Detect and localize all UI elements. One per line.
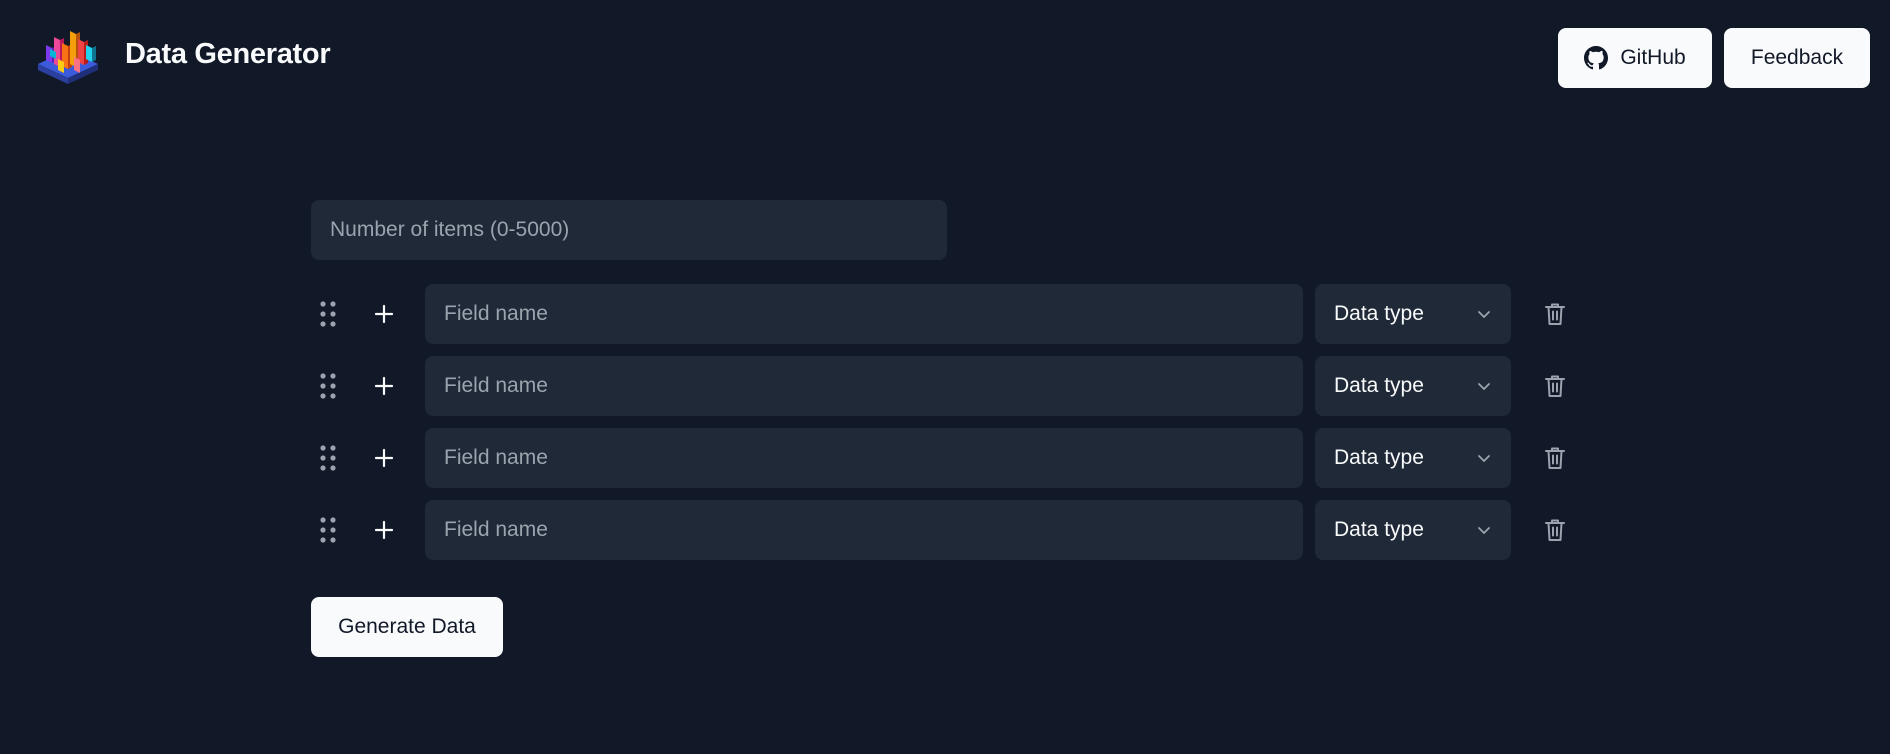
generate-data-label: Generate Data xyxy=(338,615,476,638)
drag-handle-icon[interactable] xyxy=(313,372,343,400)
github-label: GitHub xyxy=(1620,46,1686,69)
app-header: Data Generator GitHub Feedback xyxy=(0,0,1890,116)
logo-icon xyxy=(38,31,98,84)
data-type-select[interactable]: Data type xyxy=(1315,500,1511,560)
field-name-input[interactable] xyxy=(425,428,1303,488)
field-row: Data type xyxy=(311,356,1581,416)
trash-icon xyxy=(1545,447,1565,469)
github-button[interactable]: GitHub xyxy=(1558,28,1712,88)
chevron-down-icon xyxy=(1478,383,1490,390)
delete-field-button[interactable] xyxy=(1539,442,1571,474)
data-type-select[interactable]: Data type xyxy=(1315,284,1511,344)
field-name-input[interactable] xyxy=(425,284,1303,344)
feedback-label: Feedback xyxy=(1750,46,1844,69)
github-icon xyxy=(1584,46,1609,70)
data-type-label: Data type xyxy=(1334,374,1424,397)
add-field-button[interactable] xyxy=(367,297,401,331)
delete-field-button[interactable] xyxy=(1539,514,1571,546)
drag-handle-icon[interactable] xyxy=(313,444,343,472)
chevron-down-icon xyxy=(1478,527,1490,534)
trash-icon xyxy=(1545,303,1565,325)
delete-field-button[interactable] xyxy=(1539,298,1571,330)
data-type-label: Data type xyxy=(1334,446,1424,469)
feedback-button[interactable]: Feedback xyxy=(1724,28,1870,88)
plus-icon xyxy=(374,448,394,468)
data-type-label: Data type xyxy=(1334,518,1424,541)
field-name-input[interactable] xyxy=(425,356,1303,416)
chevron-down-icon xyxy=(1478,455,1490,462)
data-type-select[interactable]: Data type xyxy=(1315,356,1511,416)
trash-icon xyxy=(1545,375,1565,397)
field-row: Data type xyxy=(311,428,1581,488)
add-field-button[interactable] xyxy=(367,513,401,547)
chevron-down-icon xyxy=(1478,311,1490,318)
app-title: Data Generator xyxy=(125,38,331,70)
plus-icon xyxy=(374,376,394,396)
trash-icon xyxy=(1545,519,1565,541)
plus-icon xyxy=(374,304,394,324)
add-field-button[interactable] xyxy=(367,441,401,475)
generate-data-button[interactable]: Generate Data xyxy=(311,597,503,657)
data-type-label: Data type xyxy=(1334,302,1424,325)
add-field-button[interactable] xyxy=(367,369,401,403)
drag-handle-icon[interactable] xyxy=(313,300,343,328)
field-row: Data type xyxy=(311,500,1581,560)
field-name-input[interactable] xyxy=(425,500,1303,560)
drag-handle-icon[interactable] xyxy=(313,516,343,544)
plus-icon xyxy=(374,520,394,540)
delete-field-button[interactable] xyxy=(1539,370,1571,402)
item-count-input[interactable] xyxy=(311,200,947,260)
field-row: Data type xyxy=(311,284,1581,344)
data-type-select[interactable]: Data type xyxy=(1315,428,1511,488)
